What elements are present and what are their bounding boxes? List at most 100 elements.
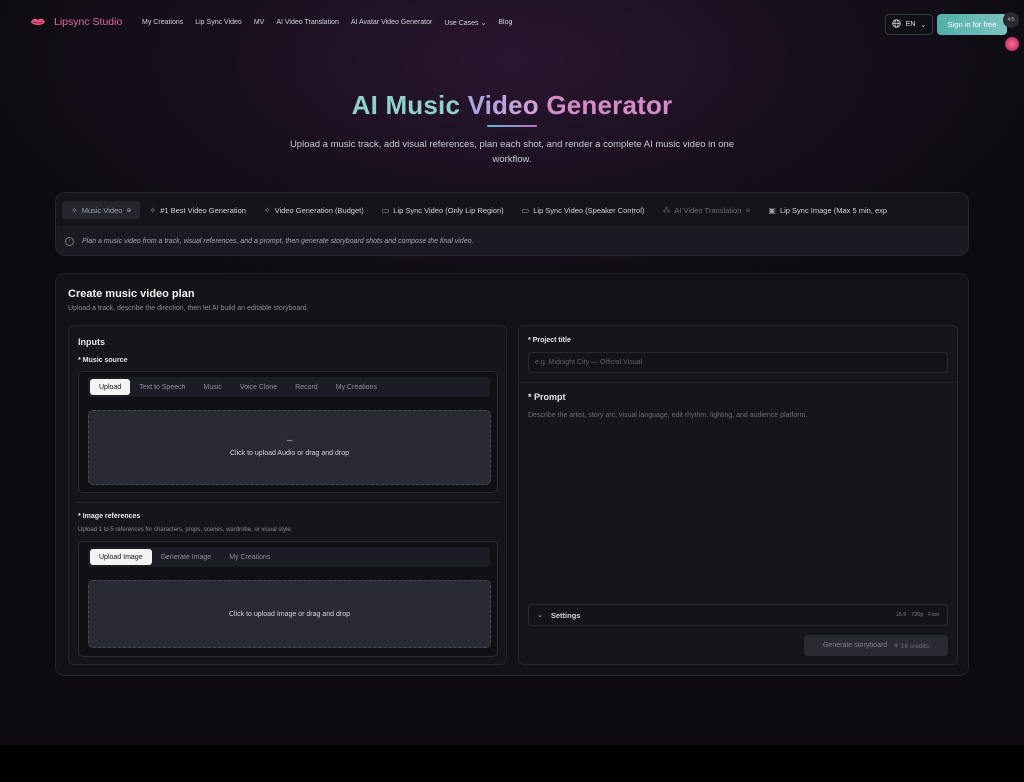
project-title-label-text: Project title [532,337,571,344]
tab-label: AI Video Translation [674,205,742,215]
divider [77,502,499,503]
music-source-record[interactable]: Record [286,379,327,395]
avatar[interactable] [1005,37,1019,51]
tab-label: Lip Sync Video (Only Lip Region) [393,205,504,215]
use-cases-label: Use Cases [444,20,479,27]
lock-icon: ⊕ [745,207,751,214]
credits-badge: ⚘ 16 credits [893,642,929,650]
tab-lip-sync-image[interactable]: ▣ Lip Sync Image (Max 5 min, exp [759,201,896,219]
tab-label: #1 Best Video Generation [160,205,246,215]
image-option-upload[interactable]: Upload Image [90,549,152,565]
divider [519,382,957,383]
card-subtitle: Upload a track, describe the direction, … [68,305,309,312]
image-reference-options: Upload Image Generate Image My Creations [88,547,490,567]
required-marker: * [78,513,81,520]
image-dropzone[interactable]: Click to upload Image or drag and drop [88,580,491,648]
page-subtitle: Upload a music track, add visual referen… [289,139,735,165]
music-source-music[interactable]: Music [195,379,231,395]
nav-link-blog[interactable]: Blog [498,19,512,27]
language-label: EN [905,21,916,28]
prompt-label: * Prompt [528,392,566,402]
required-marker: * [78,357,81,364]
chevron-down-icon: ⌄ [480,20,487,27]
page-title: AI Music Video Generator [0,90,1024,121]
title-part-2: Video [467,90,547,120]
audio-dropzone[interactable]: – Click to upload Audio or drag and drop [88,410,491,485]
settings-label: Settings [550,610,581,620]
music-source-text-to-speech[interactable]: Text to Speech [130,379,194,395]
sparkle-icon: ✧ [149,205,157,215]
card-title: Create music video plan [68,288,195,300]
tool-selector-panel: ✧ Music Video ⊕ ✧ #1 Best Video Generati… [55,192,969,256]
image-dropzone-text: Click to upload Image or drag and drop [228,610,351,618]
audio-dropzone-dash: – [286,435,293,446]
nav-link-use-cases[interactable]: Use Cases ⌄ [444,19,486,27]
tab-ai-video-translation[interactable]: ⁂ AI Video Translation ⊕ [653,201,759,219]
image-option-generate[interactable]: Generate Image [152,549,221,565]
tab-best-video-generation[interactable]: ✧ #1 Best Video Generation [140,201,254,219]
music-source-label-text: Music source [82,357,128,364]
tab-label: Lip Sync Image (Max 5 min, exp [779,205,888,215]
tab-lip-sync-only-lip[interactable]: ▭ Lip Sync Video (Only Lip Region) [373,201,513,219]
tab-video-generation-budget[interactable]: ✧ Video Generation (Budget) [255,201,373,219]
music-source-box: Upload Text to Speech Music Voice Clone … [78,371,498,493]
lips-icon [30,16,46,28]
sparkle-icon: ✧ [71,205,78,215]
music-source-label: * Music source [78,357,127,364]
chevron-down-icon: ⌄ [920,21,927,29]
music-source-options: Upload Text to Speech Music Voice Clone … [88,377,490,397]
nav-link-ai-avatar-video-generator[interactable]: AI Avatar Video Generator [351,19,432,27]
floating-widget[interactable]: 4:5 [1003,12,1019,28]
image-option-my-creations[interactable]: My Creations [220,549,279,565]
language-selector[interactable]: EN ⌄ [885,14,933,35]
tab-label: Music Video [81,205,123,215]
sparkle-icon: ✧ [263,205,271,215]
image-references-hint: Upload 1 to 5 references for characters,… [78,527,293,533]
settings-summary: 16:9 · 720p · Fast [895,612,939,618]
music-source-my-creations[interactable]: My Creations [327,379,386,395]
required-marker: * [528,392,532,402]
title-part-1: AI Music [351,90,468,120]
sign-in-button[interactable]: Sign in for free [937,14,1007,35]
image-icon: ▣ [768,205,776,215]
music-video-plan-card: Create music video plan Upload a track, … [55,273,969,676]
info-icon: i [65,236,74,246]
nav-links: My Creations Lip Sync Video MV AI Video … [142,19,512,27]
project-title-input[interactable]: e.g. Midnight City — Official Visual [528,352,948,373]
lock-icon: ⊕ [126,207,132,214]
music-source-upload[interactable]: Upload [90,379,131,395]
nav-link-my-creations[interactable]: My Creations [142,19,183,27]
title-part-3: Generator [546,90,673,120]
globe-icon [892,19,901,30]
nav-link-ai-video-translation[interactable]: AI Video Translation [276,19,339,27]
generate-label: Generate storyboard [822,642,888,649]
audio-dropzone-text: Click to upload Audio or drag and drop [229,450,350,457]
settings-toggle[interactable]: ⌄ Settings 16:9 · 720p · Fast [528,604,948,626]
top-nav: Lipsync Studio My Creations Lip Sync Vid… [0,0,1024,51]
inputs-pane: Inputs * Music source Upload Text to Spee… [68,325,507,665]
brand-logo[interactable]: Lipsync Studio [30,16,122,28]
tab-music-video[interactable]: ✧ Music Video ⊕ [62,201,141,219]
tool-tabs: ✧ Music Video ⊕ ✧ #1 Best Video Generati… [62,201,896,219]
required-marker: * [528,337,531,344]
bottom-band [0,745,1024,782]
prompt-textarea[interactable]: Describe the artist, story arc, visual l… [528,412,807,419]
nav-link-mv[interactable]: MV [254,19,265,27]
prompt-label-text: Prompt [534,392,566,402]
nav-link-lip-sync-video[interactable]: Lip Sync Video [195,19,242,27]
generate-storyboard-button[interactable]: Generate storyboard ⚘ 16 credits [804,635,948,656]
project-title-label: * Project title [528,337,571,344]
title-underline [487,125,537,127]
page: Lipsync Studio My Creations Lip Sync Vid… [0,0,1024,745]
video-icon: ▭ [521,205,530,215]
video-icon: ▭ [381,205,390,215]
image-references-label: * Image references [78,513,140,520]
tab-label: Video Generation (Budget) [274,205,364,215]
music-source-voice-clone[interactable]: Voice Clone [231,379,286,395]
inputs-title: Inputs [78,337,105,347]
translate-icon: ⁂ [662,205,671,215]
image-references-box: Upload Image Generate Image My Creations… [78,541,498,657]
tool-description-text: Plan a music video from a track, visual … [82,237,474,245]
image-references-label-text: Image references [82,513,141,520]
tab-lip-sync-speaker-control[interactable]: ▭ Lip Sync Video (Speaker Control) [513,201,654,219]
